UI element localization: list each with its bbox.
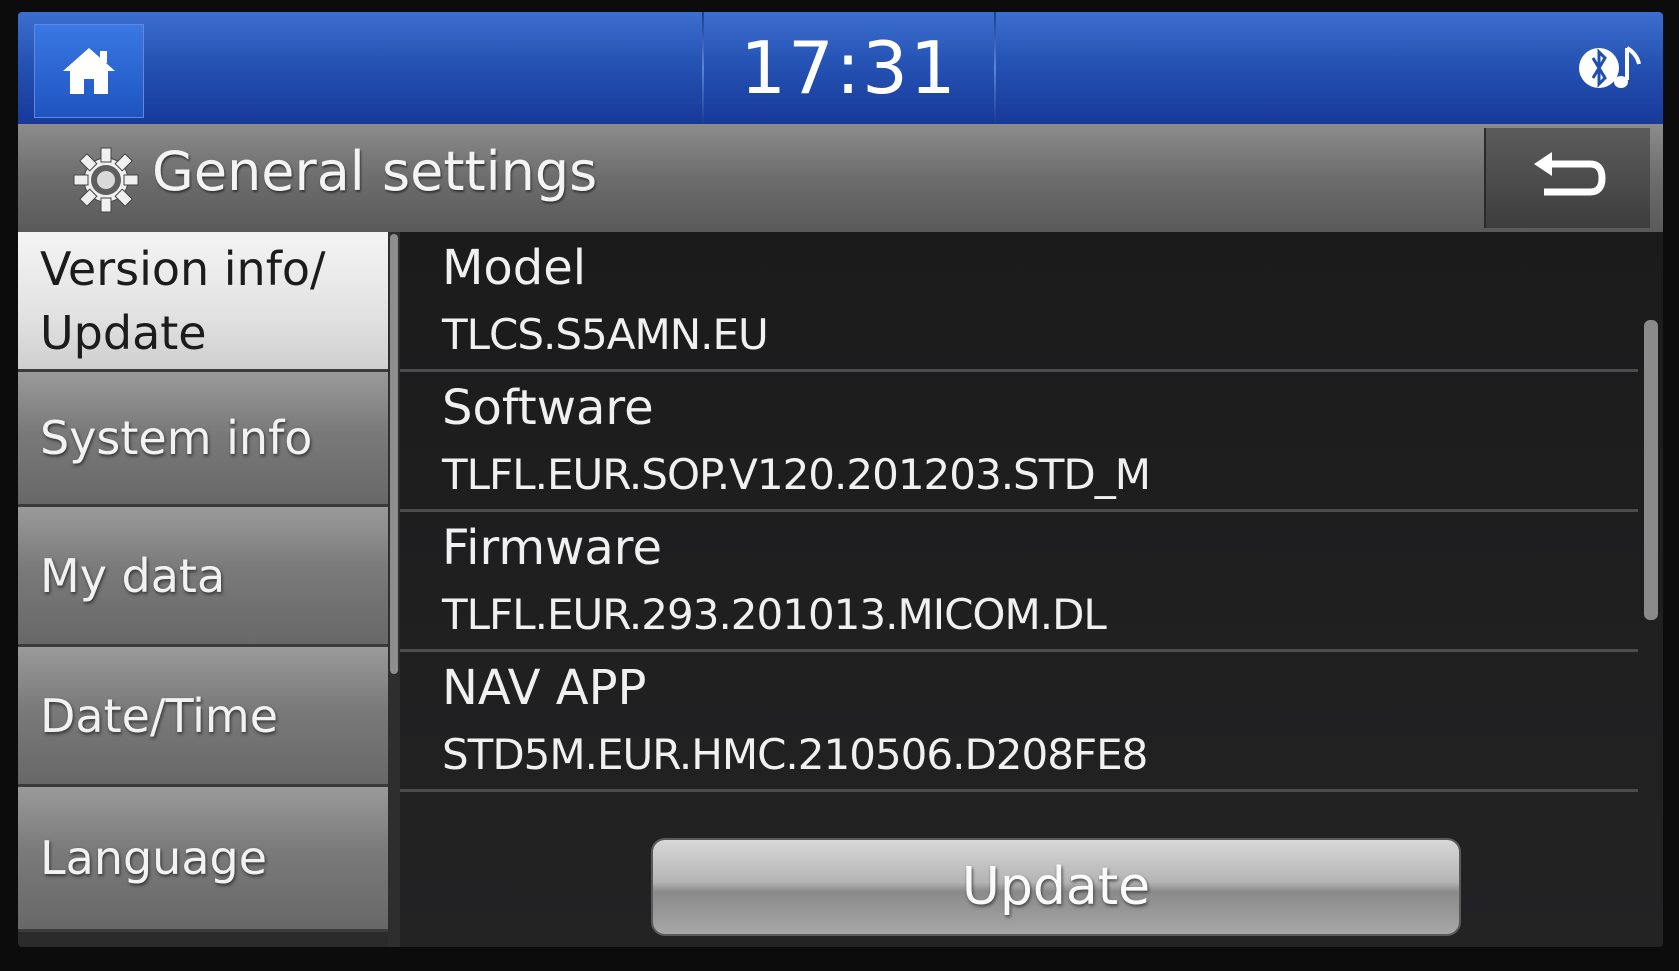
menu-item-date-time[interactable]: Date/Time <box>18 647 388 787</box>
info-value: TLCS.S5AMN.EU <box>442 310 769 359</box>
info-label: Software <box>442 380 654 436</box>
menu-item-label: Language <box>40 831 268 885</box>
info-label: Firmware <box>442 520 662 576</box>
info-label: NAV APP <box>442 660 647 716</box>
home-icon <box>63 48 115 94</box>
gear-icon <box>73 147 139 213</box>
status-bar: 17:31 <box>18 12 1663 124</box>
info-row-firmware: Firmware TLFL.EUR.293.201013.MICOM.DL <box>400 512 1638 652</box>
update-button[interactable]: Update <box>651 838 1461 936</box>
menu-item-system-info[interactable]: System info <box>18 372 388 507</box>
menu-item-label: Date/Time <box>40 688 279 743</box>
info-row-software: Software TLFL.EUR.SOP.V120.201203.STD_M <box>400 372 1638 512</box>
settings-menu: Version info/ Update System info My data… <box>18 232 394 947</box>
menu-scrollbar[interactable] <box>390 234 398 674</box>
info-value: TLFL.EUR.293.201013.MICOM.DL <box>442 590 1107 639</box>
info-label: Model <box>442 240 587 296</box>
back-button[interactable] <box>1484 128 1650 228</box>
back-arrow-icon <box>1534 152 1606 196</box>
info-list-scrollbar[interactable] <box>1644 320 1658 620</box>
menu-item-my-data[interactable]: My data <box>18 507 388 647</box>
bluetooth-audio-icon <box>1579 46 1641 88</box>
page-title: General settings <box>152 140 598 203</box>
info-row-model: Model TLCS.S5AMN.EU <box>400 232 1638 372</box>
status-divider <box>994 12 996 124</box>
menu-item-language[interactable]: Language <box>18 787 388 932</box>
menu-item-label: System info <box>40 411 313 465</box>
head-unit-screen: 17:31 General settings Version info/ Upd… <box>18 12 1663 947</box>
menu-item-label: My data <box>40 548 226 603</box>
menu-item-version-info[interactable]: Version info/ Update <box>18 232 388 372</box>
info-value: TLFL.EUR.SOP.V120.201203.STD_M <box>442 450 1151 499</box>
info-value: STD5M.EUR.HMC.210506.D208FE8 <box>442 730 1148 779</box>
settings-header: General settings <box>18 124 1663 232</box>
info-row-nav-app: NAV APP STD5M.EUR.HMC.210506.D208FE8 <box>400 652 1638 792</box>
home-button[interactable] <box>34 24 144 118</box>
menu-item-label: Version info/ Update <box>40 241 326 360</box>
clock: 17:31 <box>740 26 958 110</box>
